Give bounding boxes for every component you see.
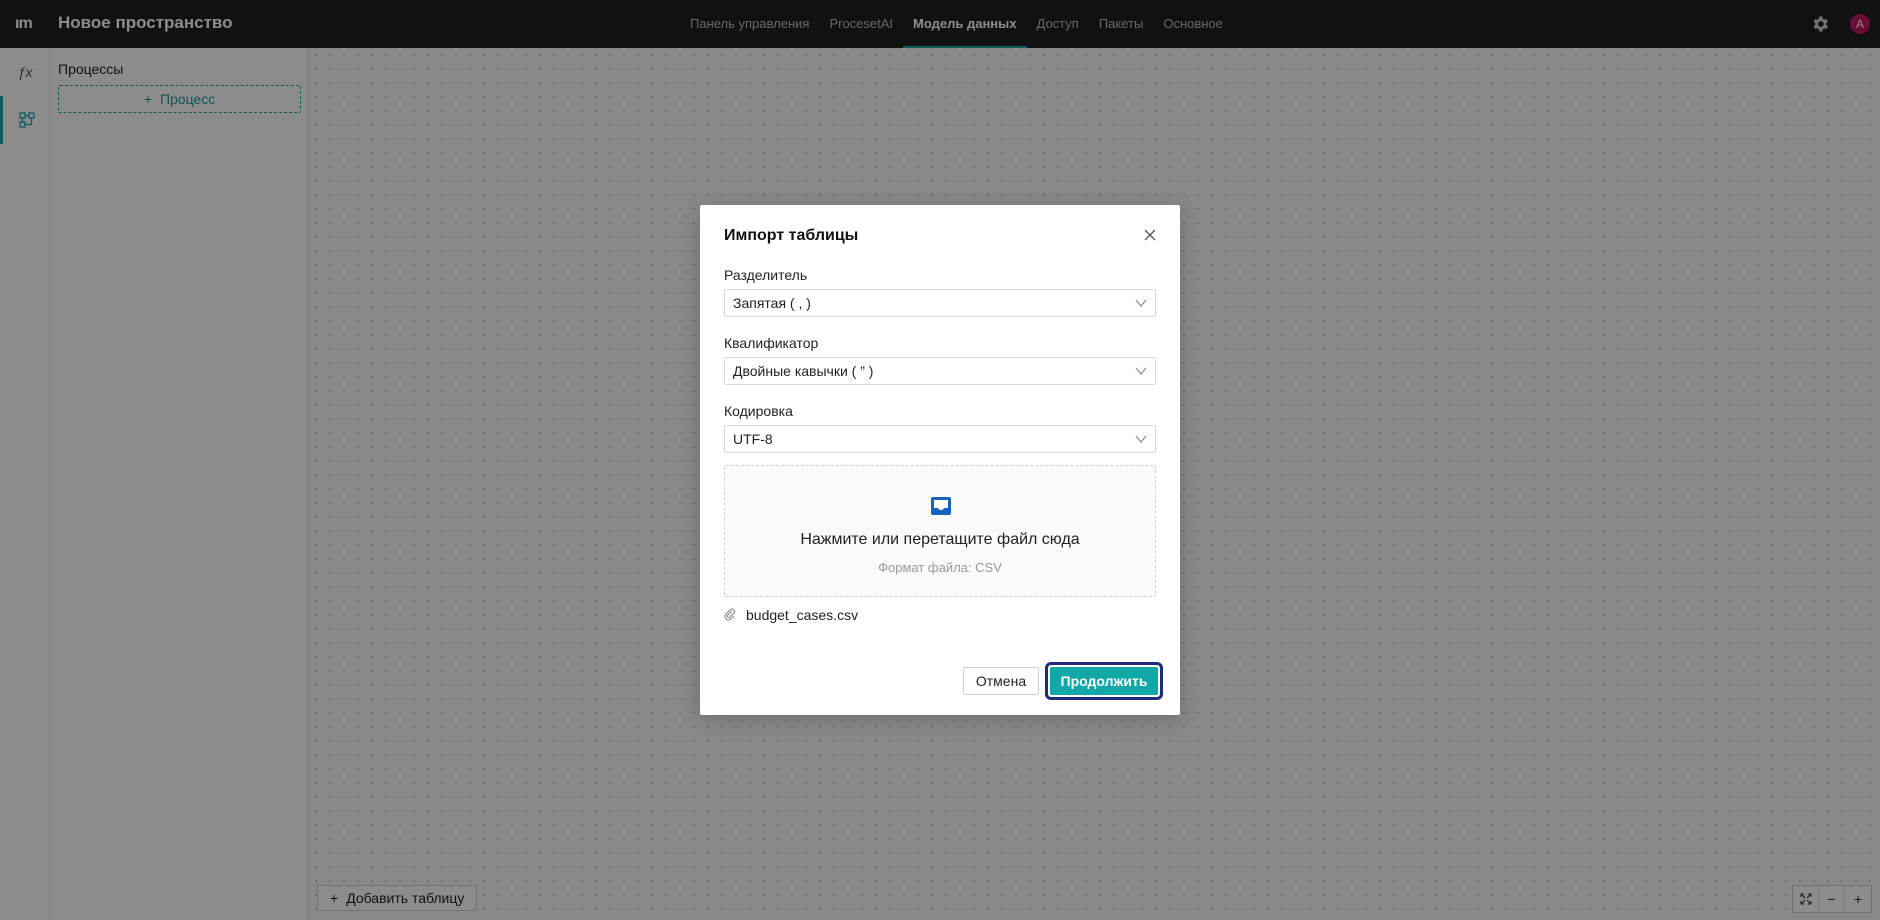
dialog-title: Импорт таблицы [724, 227, 859, 244]
attached-file[interactable]: budget_cases.csv [724, 607, 858, 623]
qualifier-label: Квалификатор [724, 335, 819, 351]
encoding-label: Кодировка [724, 403, 793, 419]
qualifier-value: Двойные кавычки ( ” ) [733, 363, 874, 379]
chevron-down-icon [1135, 367, 1147, 375]
dropzone-text: Нажмите или перетащите файл сюда [800, 531, 1080, 548]
file-dropzone[interactable]: Нажмите или перетащите файл сюда Формат … [724, 465, 1156, 597]
continue-button[interactable]: Продолжить [1045, 662, 1163, 700]
separator-value: Запятая ( , ) [733, 295, 811, 311]
import-table-dialog: Импорт таблицы Разделитель Запятая ( , )… [700, 205, 1180, 715]
separator-label: Разделитель [724, 267, 808, 283]
close-icon[interactable] [1140, 225, 1160, 245]
cancel-button[interactable]: Отмена [963, 667, 1039, 695]
chevron-down-icon [1135, 299, 1147, 307]
chevron-down-icon [1135, 435, 1147, 443]
paperclip-icon [724, 608, 736, 621]
qualifier-select[interactable]: Двойные кавычки ( ” ) [724, 357, 1156, 385]
encoding-value: UTF-8 [733, 431, 773, 447]
continue-label: Продолжить [1050, 667, 1158, 695]
inbox-icon [931, 497, 951, 515]
separator-select[interactable]: Запятая ( , ) [724, 289, 1156, 317]
encoding-select[interactable]: UTF-8 [724, 425, 1156, 453]
dropzone-hint: Формат файла: CSV [878, 560, 1002, 575]
file-name: budget_cases.csv [746, 607, 859, 623]
